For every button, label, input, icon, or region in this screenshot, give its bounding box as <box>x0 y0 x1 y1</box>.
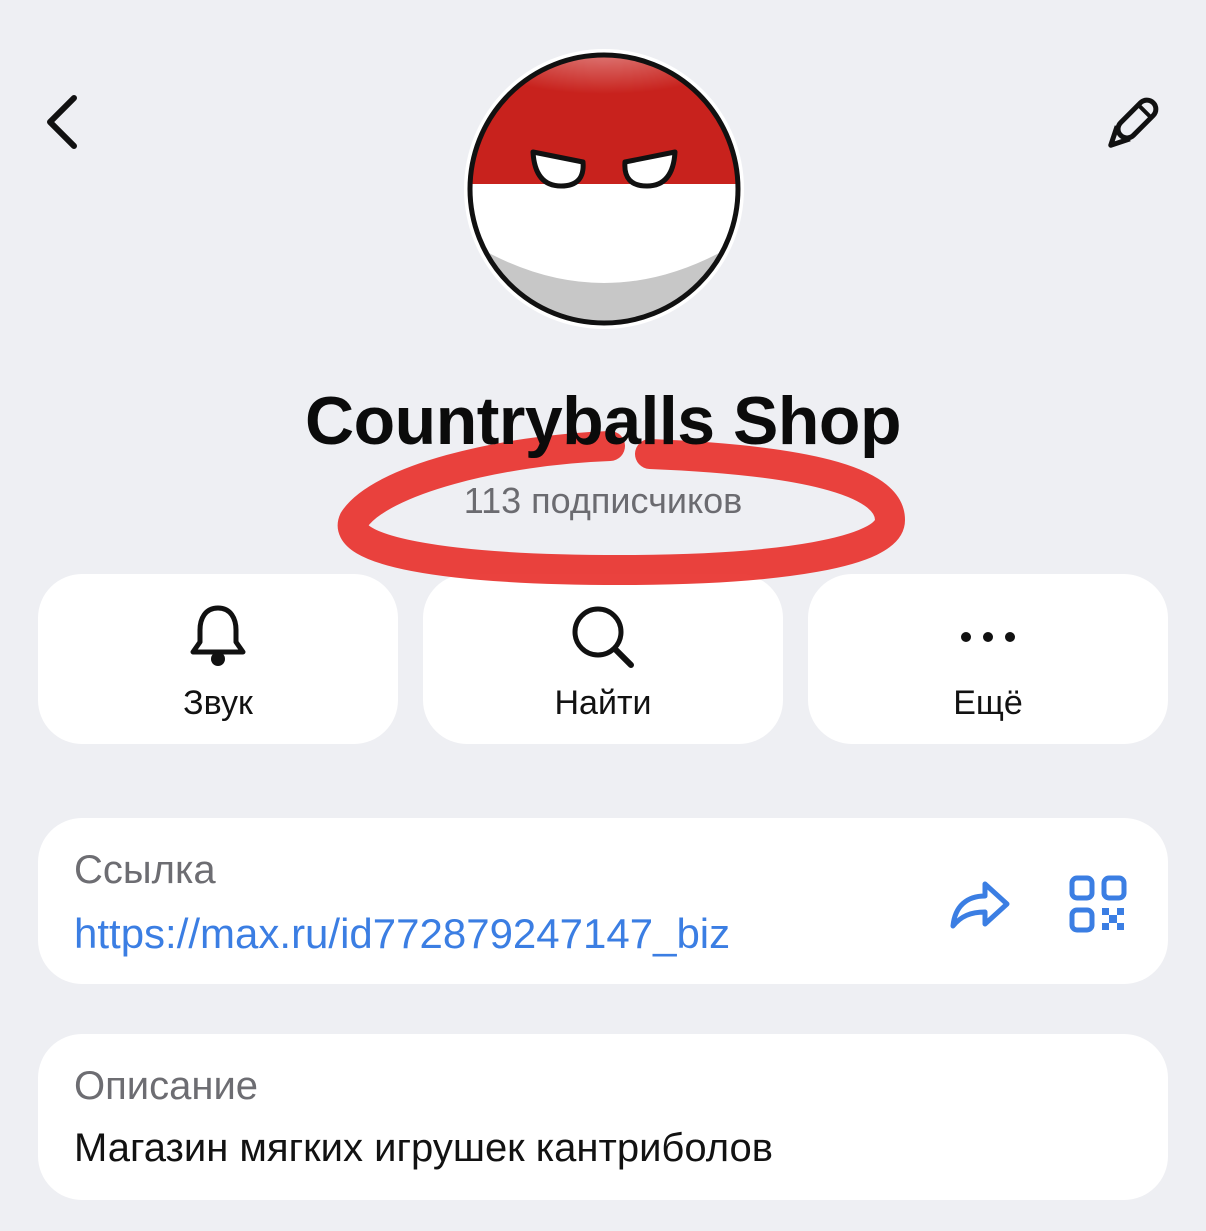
description-card: Описание Магазин мягких игрушек кантрибо… <box>38 1034 1168 1200</box>
share-icon <box>950 881 1010 929</box>
more-icon <box>808 602 1168 672</box>
description-label: Описание <box>74 1064 259 1108</box>
search-label: Найти <box>554 684 652 722</box>
search-icon <box>423 602 783 672</box>
sound-label: Звук <box>183 684 253 722</box>
back-button[interactable] <box>30 86 94 158</box>
search-button[interactable]: Найти <box>423 574 783 744</box>
link-card: Ссылка https://max.ru/id772879247147_biz <box>38 818 1168 984</box>
subscriber-count: 113 подписчиков <box>463 480 743 521</box>
description-text: Магазин мягких игрушек кантриболов <box>74 1126 773 1170</box>
channel-link[interactable]: https://max.ru/id772879247147_biz <box>74 910 730 958</box>
link-label: Ссылка <box>74 848 216 892</box>
edit-button[interactable] <box>1092 86 1172 162</box>
more-label: Ещё <box>953 684 1023 722</box>
qr-code-button[interactable] <box>1056 862 1140 946</box>
countryball-avatar[interactable] <box>463 48 745 330</box>
bell-icon <box>38 602 398 672</box>
pencil-icon <box>1108 97 1159 148</box>
qr-code-icon <box>1069 875 1127 933</box>
avatar-image <box>464 49 744 329</box>
channel-name: Countryballs Shop <box>305 383 901 459</box>
more-button[interactable]: Ещё <box>808 574 1168 744</box>
share-button[interactable] <box>938 868 1022 940</box>
chevron-left-icon <box>47 95 77 149</box>
sound-button[interactable]: Звук <box>38 574 398 744</box>
